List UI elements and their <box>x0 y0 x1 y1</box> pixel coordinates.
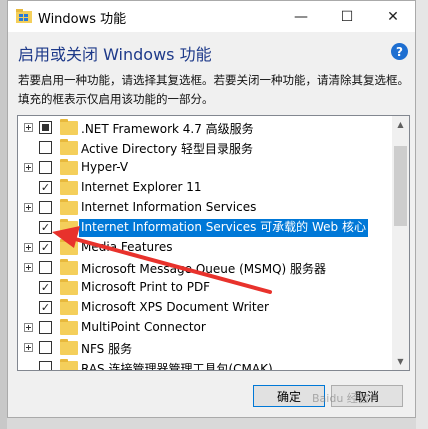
folder-icon <box>60 139 78 155</box>
feature-checkbox[interactable] <box>39 341 52 354</box>
expand-plus-icon[interactable] <box>24 123 33 132</box>
page-heading: 启用或关闭 Windows 功能 <box>18 45 212 64</box>
expand-plus-icon[interactable] <box>24 323 33 332</box>
background-left <box>0 0 7 429</box>
minimize-button[interactable]: — <box>278 1 324 32</box>
feature-row[interactable]: Hyper-V <box>18 158 392 178</box>
scroll-thumb[interactable] <box>394 146 407 226</box>
folder-icon <box>60 119 78 135</box>
folder-icon <box>60 159 78 175</box>
vertical-scrollbar[interactable]: ▲ ▼ <box>392 116 409 370</box>
feature-checkbox[interactable] <box>39 161 52 174</box>
feature-row[interactable]: Internet Information Services <box>18 198 392 218</box>
feature-row[interactable]: .NET Framework 4.7 高级服务 <box>18 118 392 138</box>
feature-checkbox[interactable]: ✓ <box>39 181 52 194</box>
watermark: Baidu 经验 <box>312 392 369 405</box>
scroll-down-arrow-icon[interactable]: ▼ <box>392 353 409 370</box>
windows-features-dialog: Windows 功能 — ☐ ✕ 启用或关闭 Windows 功能 ? 若要启用… <box>7 0 416 418</box>
scroll-up-arrow-icon[interactable]: ▲ <box>392 116 409 133</box>
feature-row[interactable]: NFS 服务 <box>18 338 392 358</box>
feature-label: Microsoft Print to PDF <box>81 280 211 294</box>
feature-row[interactable]: Active Directory 轻型目录服务 <box>18 138 392 158</box>
feature-checkbox[interactable]: ✓ <box>39 221 52 234</box>
folder-icon <box>60 339 78 355</box>
feature-row[interactable]: ✓ Microsoft XPS Document Writer <box>18 298 392 318</box>
folder-icon <box>60 299 78 315</box>
expand-plus-icon[interactable] <box>24 243 33 252</box>
feature-checkbox[interactable] <box>39 141 52 154</box>
feature-label: Media Features <box>81 240 173 254</box>
feature-label: .NET Framework 4.7 高级服务 <box>81 122 254 136</box>
feature-row[interactable]: ✓ Internet Explorer 11 <box>18 178 392 198</box>
background-right <box>416 0 428 429</box>
windows-features-app-icon <box>16 9 32 23</box>
expand-plus-icon[interactable] <box>24 203 33 212</box>
feature-checkbox[interactable] <box>39 361 52 370</box>
feature-label: Internet Information Services <box>81 200 257 214</box>
feature-label: Hyper-V <box>81 160 129 174</box>
feature-label: MultiPoint Connector <box>81 320 206 334</box>
feature-checkbox[interactable] <box>39 321 52 334</box>
close-button[interactable]: ✕ <box>370 1 416 32</box>
feature-checkbox[interactable]: ✓ <box>39 241 52 254</box>
folder-icon <box>60 319 78 335</box>
feature-checkbox[interactable]: ✓ <box>39 281 52 294</box>
feature-row[interactable]: Microsoft Message Queue (MSMQ) 服务器 <box>18 258 392 278</box>
folder-icon <box>60 359 78 370</box>
feature-label: Microsoft Message Queue (MSMQ) 服务器 <box>81 262 327 276</box>
expand-plus-icon[interactable] <box>24 263 33 272</box>
folder-icon <box>60 239 78 255</box>
feature-checkbox[interactable]: ✓ <box>39 301 52 314</box>
feature-label: NFS 服务 <box>81 342 133 356</box>
feature-row[interactable]: ✓ Internet Information Services 可承载的 Web … <box>18 218 392 238</box>
feature-label: Internet Information Services 可承载的 Web 核… <box>79 219 368 237</box>
feature-row[interactable]: ✓ Microsoft Print to PDF <box>18 278 392 298</box>
feature-label: Microsoft XPS Document Writer <box>81 300 269 314</box>
feature-label: Internet Explorer 11 <box>81 180 202 194</box>
feature-row[interactable]: MultiPoint Connector <box>18 318 392 338</box>
feature-row[interactable]: RAS 连接管理器管理工具包(CMAK) <box>18 358 392 371</box>
folder-icon <box>60 259 78 275</box>
maximize-button[interactable]: ☐ <box>324 1 370 32</box>
expand-plus-icon[interactable] <box>24 163 33 172</box>
title-bar: Windows 功能 — ☐ ✕ <box>8 1 415 32</box>
feature-label: Active Directory 轻型目录服务 <box>81 142 254 156</box>
expand-plus-icon[interactable] <box>24 343 33 352</box>
features-tree[interactable]: .NET Framework 4.7 高级服务 Active Directory … <box>17 115 410 371</box>
folder-icon <box>60 279 78 295</box>
feature-row[interactable]: ✓ Media Features <box>18 238 392 258</box>
window-title: Windows 功能 <box>38 12 127 27</box>
folder-icon <box>60 179 78 195</box>
feature-checkbox[interactable] <box>39 201 52 214</box>
description-text: 若要启用一种功能，请选择其复选框。若要关闭一种功能，请清除其复选框。填充的框表示… <box>18 73 409 106</box>
feature-label: RAS 连接管理器管理工具包(CMAK) <box>81 362 273 371</box>
folder-icon <box>60 219 78 235</box>
folder-icon <box>60 199 78 215</box>
help-icon[interactable]: ? <box>391 43 408 60</box>
feature-checkbox[interactable] <box>39 121 52 134</box>
feature-checkbox[interactable] <box>39 261 52 274</box>
